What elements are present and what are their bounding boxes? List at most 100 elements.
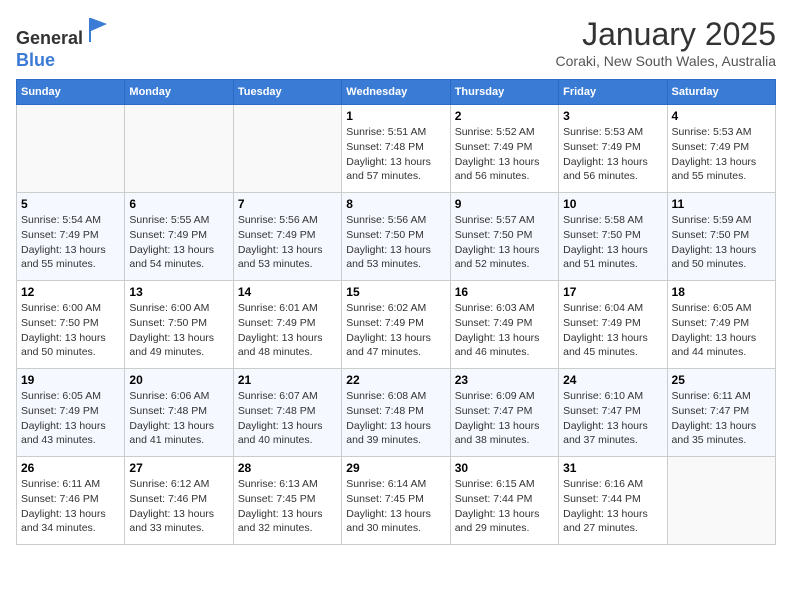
day-number: 4 — [672, 109, 771, 123]
day-info: Sunrise: 6:03 AMSunset: 7:49 PMDaylight:… — [455, 301, 554, 360]
col-tuesday: Tuesday — [233, 80, 341, 105]
day-number: 22 — [346, 373, 445, 387]
day-info: Sunrise: 5:56 AMSunset: 7:49 PMDaylight:… — [238, 213, 337, 272]
day-number: 23 — [455, 373, 554, 387]
calendar-cell: 22 Sunrise: 6:08 AMSunset: 7:48 PMDayligh… — [342, 369, 450, 457]
day-info: Sunrise: 6:06 AMSunset: 7:48 PMDaylight:… — [129, 389, 228, 448]
calendar-cell: 7 Sunrise: 5:56 AMSunset: 7:49 PMDaylight… — [233, 193, 341, 281]
calendar-cell: 25Sunrise: 6:11 AMSunset: 7:47 PMDayligh… — [667, 369, 775, 457]
day-number: 28 — [238, 461, 337, 475]
calendar-cell: 8Sunrise: 5:56 AMSunset: 7:50 PMDaylight… — [342, 193, 450, 281]
day-number: 30 — [455, 461, 554, 475]
logo: General Blue — [16, 16, 113, 71]
calendar-cell: 3Sunrise: 5:53 AMSunset: 7:49 PMDaylight… — [559, 105, 667, 193]
day-number: 29 — [346, 461, 445, 475]
day-number: 24 — [563, 373, 662, 387]
calendar-cell: 5 Sunrise: 5:54 AMSunset: 7:49 PMDaylight… — [17, 193, 125, 281]
day-info: Sunrise: 6:05 AMSunset: 7:49 PMDaylight:… — [672, 301, 771, 360]
col-friday: Friday — [559, 80, 667, 105]
location-subtitle: Coraki, New South Wales, Australia — [556, 53, 776, 69]
day-info: Sunrise: 5:55 AMSunset: 7:49 PMDaylight:… — [129, 213, 228, 272]
day-info: Sunrise: 5:59 AMSunset: 7:50 PMDaylight:… — [672, 213, 771, 272]
calendar-header: Sunday Monday Tuesday Wednesday Thursday… — [17, 80, 776, 105]
week-row-2: 5 Sunrise: 5:54 AMSunset: 7:49 PMDaylight… — [17, 193, 776, 281]
day-info: Sunrise: 6:10 AMSunset: 7:47 PMDaylight:… — [563, 389, 662, 448]
day-info: Sunrise: 5:54 AMSunset: 7:49 PMDaylight:… — [21, 213, 120, 272]
calendar-cell — [125, 105, 233, 193]
calendar-body: 1Sunrise: 5:51 AMSunset: 7:48 PMDaylight… — [17, 105, 776, 545]
header-row: Sunday Monday Tuesday Wednesday Thursday… — [17, 80, 776, 105]
day-number: 20 — [129, 373, 228, 387]
day-info: Sunrise: 6:00 AMSunset: 7:50 PMDaylight:… — [129, 301, 228, 360]
calendar-cell — [667, 457, 775, 545]
day-info: Sunrise: 6:14 AMSunset: 7:45 PMDaylight:… — [346, 477, 445, 536]
calendar-cell: 10Sunrise: 5:58 AMSunset: 7:50 PMDayligh… — [559, 193, 667, 281]
day-info: Sunrise: 6:01 AMSunset: 7:49 PMDaylight:… — [238, 301, 337, 360]
calendar-cell: 6Sunrise: 5:55 AMSunset: 7:49 PMDaylight… — [125, 193, 233, 281]
day-number: 11 — [672, 197, 771, 211]
day-number: 1 — [346, 109, 445, 123]
day-number: 15 — [346, 285, 445, 299]
day-info: Sunrise: 6:04 AMSunset: 7:49 PMDaylight:… — [563, 301, 662, 360]
day-number: 7 — [238, 197, 337, 211]
week-row-1: 1Sunrise: 5:51 AMSunset: 7:48 PMDaylight… — [17, 105, 776, 193]
day-number: 25 — [672, 373, 771, 387]
day-info: Sunrise: 5:53 AMSunset: 7:49 PMDaylight:… — [563, 125, 662, 184]
calendar-cell: 12 Sunrise: 6:00 AMSunset: 7:50 PMDayligh… — [17, 281, 125, 369]
calendar-cell — [233, 105, 341, 193]
day-info: Sunrise: 5:52 AMSunset: 7:49 PMDaylight:… — [455, 125, 554, 184]
day-number: 31 — [563, 461, 662, 475]
day-number: 9 — [455, 197, 554, 211]
day-number: 2 — [455, 109, 554, 123]
day-info: Sunrise: 6:05 AMSunset: 7:49 PMDaylight:… — [21, 389, 120, 448]
month-title: January 2025 — [556, 16, 776, 53]
day-info: Sunrise: 5:57 AMSunset: 7:50 PMDaylight:… — [455, 213, 554, 272]
calendar-cell: 9 Sunrise: 5:57 AMSunset: 7:50 PMDaylight… — [450, 193, 558, 281]
calendar-cell: 29 Sunrise: 6:14 AMSunset: 7:45 PMDayligh… — [342, 457, 450, 545]
calendar-cell: 17Sunrise: 6:04 AMSunset: 7:49 PMDayligh… — [559, 281, 667, 369]
day-number: 5 — [21, 197, 120, 211]
title-block: January 2025 Coraki, New South Wales, Au… — [556, 16, 776, 69]
week-row-4: 19 Sunrise: 6:05 AMSunset: 7:49 PMDayligh… — [17, 369, 776, 457]
col-thursday: Thursday — [450, 80, 558, 105]
calendar-cell: 21Sunrise: 6:07 AMSunset: 7:48 PMDayligh… — [233, 369, 341, 457]
calendar-cell: 13 Sunrise: 6:00 AMSunset: 7:50 PMDayligh… — [125, 281, 233, 369]
day-info: Sunrise: 6:11 AMSunset: 7:46 PMDaylight:… — [21, 477, 120, 536]
calendar-cell: 27Sunrise: 6:12 AMSunset: 7:46 PMDayligh… — [125, 457, 233, 545]
day-info: Sunrise: 6:09 AMSunset: 7:47 PMDaylight:… — [455, 389, 554, 448]
day-number: 13 — [129, 285, 228, 299]
day-number: 14 — [238, 285, 337, 299]
calendar-cell: 15Sunrise: 6:02 AMSunset: 7:49 PMDayligh… — [342, 281, 450, 369]
day-info: Sunrise: 6:16 AMSunset: 7:44 PMDaylight:… — [563, 477, 662, 536]
day-number: 21 — [238, 373, 337, 387]
calendar-cell: 1Sunrise: 5:51 AMSunset: 7:48 PMDaylight… — [342, 105, 450, 193]
calendar-cell: 23 Sunrise: 6:09 AMSunset: 7:47 PMDayligh… — [450, 369, 558, 457]
calendar-cell: 11 Sunrise: 5:59 AMSunset: 7:50 PMDayligh… — [667, 193, 775, 281]
day-info: Sunrise: 6:00 AMSunset: 7:50 PMDaylight:… — [21, 301, 120, 360]
col-monday: Monday — [125, 80, 233, 105]
calendar-cell: 20 Sunrise: 6:06 AMSunset: 7:48 PMDayligh… — [125, 369, 233, 457]
page-header: General Blue January 2025 Coraki, New So… — [16, 16, 776, 71]
logo-flag-icon — [85, 16, 113, 44]
calendar-cell — [17, 105, 125, 193]
day-info: Sunrise: 6:08 AMSunset: 7:48 PMDaylight:… — [346, 389, 445, 448]
calendar-cell: 28 Sunrise: 6:13 AMSunset: 7:45 PMDayligh… — [233, 457, 341, 545]
calendar-cell: 14 Sunrise: 6:01 AMSunset: 7:49 PMDayligh… — [233, 281, 341, 369]
day-info: Sunrise: 5:58 AMSunset: 7:50 PMDaylight:… — [563, 213, 662, 272]
day-info: Sunrise: 6:13 AMSunset: 7:45 PMDaylight:… — [238, 477, 337, 536]
calendar-cell: 24 Sunrise: 6:10 AMSunset: 7:47 PMDayligh… — [559, 369, 667, 457]
day-number: 26 — [21, 461, 120, 475]
day-number: 8 — [346, 197, 445, 211]
day-info: Sunrise: 6:15 AMSunset: 7:44 PMDaylight:… — [455, 477, 554, 536]
week-row-3: 12 Sunrise: 6:00 AMSunset: 7:50 PMDayligh… — [17, 281, 776, 369]
calendar-cell: 16Sunrise: 6:03 AMSunset: 7:49 PMDayligh… — [450, 281, 558, 369]
day-info: Sunrise: 5:53 AMSunset: 7:49 PMDaylight:… — [672, 125, 771, 184]
day-number: 12 — [21, 285, 120, 299]
week-row-5: 26 Sunrise: 6:11 AMSunset: 7:46 PMDayligh… — [17, 457, 776, 545]
day-number: 18 — [672, 285, 771, 299]
day-number: 19 — [21, 373, 120, 387]
calendar-cell: 19 Sunrise: 6:05 AMSunset: 7:49 PMDayligh… — [17, 369, 125, 457]
day-info: Sunrise: 6:12 AMSunset: 7:46 PMDaylight:… — [129, 477, 228, 536]
calendar-cell: 18 Sunrise: 6:05 AMSunset: 7:49 PMDayligh… — [667, 281, 775, 369]
col-wednesday: Wednesday — [342, 80, 450, 105]
